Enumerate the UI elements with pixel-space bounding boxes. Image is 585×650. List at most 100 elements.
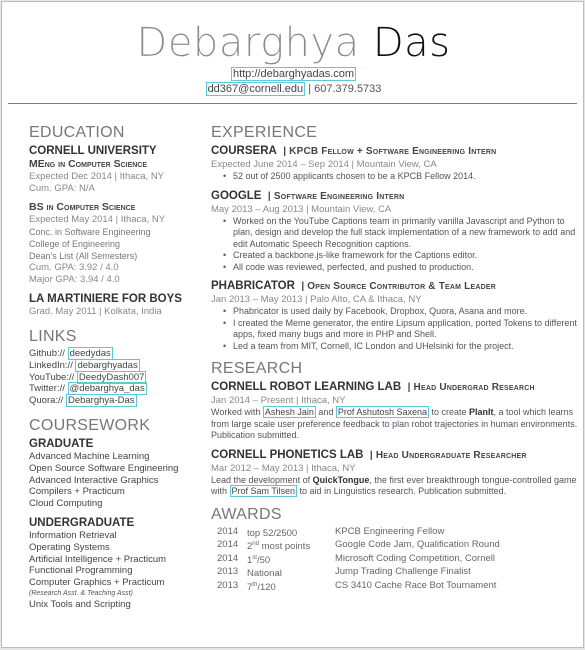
cornell-education: CORNELL UNIVERSITY MEng in Computer Scie… bbox=[29, 144, 209, 195]
link-quora: Quora:// Debarghya-Das bbox=[29, 394, 209, 408]
degree-meng: MEng in Computer Science bbox=[29, 158, 148, 170]
lab-heading: CORNELL PHONETICS LAB | Head Undergradua… bbox=[211, 448, 581, 463]
award-row: 2014 2nd most points Google Code Jam, Qual… bbox=[217, 539, 508, 553]
job-role: | Software Engineering Intern bbox=[267, 190, 405, 202]
course-item: Cloud Computing bbox=[29, 498, 103, 510]
course-item: Information Retrieval bbox=[29, 529, 117, 541]
award-row: 2013 National Jump Trading Challenge Final… bbox=[217, 566, 508, 580]
ashesh-jain-link[interactable]: Ashesh Jain bbox=[262, 406, 316, 418]
job-bullets: 52 out of 2500 applicants chosen to be a… bbox=[223, 171, 581, 183]
job-bullet: 52 out of 2500 applicants chosen to be a… bbox=[223, 171, 581, 183]
research-section: RESEARCH CORNELL ROBOT LEARNING LAB | He… bbox=[211, 360, 581, 498]
coursework-section: COURSEWORK GRADUATE Advanced Machine Lea… bbox=[29, 417, 209, 611]
job-bullets: Phabricator is used daily by Facebook, D… bbox=[223, 306, 581, 352]
award-year: 2013 bbox=[217, 566, 239, 578]
linkedin-link[interactable]: debarghyadas bbox=[75, 358, 140, 372]
text-span: Lead the development of bbox=[211, 474, 313, 485]
award-rank: top 52/2500 bbox=[247, 526, 335, 540]
lab-phonetics: CORNELL PHONETICS LAB | Head Undergradua… bbox=[211, 448, 581, 498]
award-year: 2014 bbox=[217, 552, 239, 564]
lab-org: CORNELL PHONETICS LAB bbox=[211, 448, 364, 461]
lab-heading: CORNELL ROBOT LEARNING LAB | Head Underg… bbox=[211, 380, 581, 395]
planit-name: PlanIt bbox=[469, 407, 494, 417]
website-link[interactable]: http://debarghyadas.com bbox=[230, 67, 357, 81]
lab-org: CORNELL ROBOT LEARNING LAB bbox=[211, 381, 402, 393]
lab-description: Worked with Ashesh Jain and Prof Ashutos… bbox=[211, 406, 581, 442]
undergraduate-coursework: UNDERGRADUATE Information Retrieval Oper… bbox=[29, 516, 209, 611]
text-span: to create bbox=[428, 407, 470, 417]
degree-bs: BS in Computer Science bbox=[29, 201, 136, 213]
bs-major-gpa: Major GPA: 3.94 / 4.0 bbox=[29, 274, 120, 285]
job-dates: Expected June 2014 – Sep 2014 | Mountain… bbox=[211, 159, 437, 170]
course-item: Advanced Interactive Graphics bbox=[29, 474, 159, 486]
quicktongue-name: QuickTongue bbox=[312, 474, 370, 485]
award-rank: 2nd most points bbox=[247, 539, 335, 553]
full-name: Debarghya Das bbox=[2, 20, 585, 66]
course-item: Advanced Machine Learning bbox=[29, 450, 150, 462]
education-title: EDUCATION bbox=[29, 124, 125, 141]
sam-tilsen-link[interactable]: Prof Sam Tilsen bbox=[229, 485, 298, 497]
phone-number: 607.379.5733 bbox=[314, 83, 382, 95]
link-label: LinkedIn:// bbox=[29, 359, 76, 371]
course-item: Open Source Software Engineering bbox=[29, 462, 179, 474]
bs-education: BS in Computer Science Expected May 2014… bbox=[29, 201, 209, 286]
lab-role: | Head Undergrad Research bbox=[407, 382, 535, 393]
award-year: 2014 bbox=[217, 525, 239, 537]
award-year: 2014 bbox=[217, 539, 239, 551]
award-rank-post: /50 bbox=[256, 554, 271, 566]
job-heading: GOOGLE | Software Engineering Intern bbox=[211, 189, 581, 204]
award-rank-post: most points bbox=[258, 541, 311, 553]
ashutosh-saxena-link[interactable]: Prof Ashutosh Saxena bbox=[335, 406, 429, 418]
right-column: EXPERIENCE COURSERA | KPCB Fellow + Soft… bbox=[211, 124, 581, 594]
awards-title: AWARDS bbox=[211, 505, 282, 523]
job-org: PHABRICATOR bbox=[211, 280, 295, 292]
resume-page: Debarghya Das http://debarghyadas.com dd… bbox=[1, 1, 584, 648]
awards-table: 2014 top 52/2500 KPCB Engineering Fellow 20… bbox=[217, 526, 508, 594]
experience-title: EXPERIENCE bbox=[211, 124, 318, 141]
course-item: Artificial Intelligence + Practicum bbox=[29, 553, 167, 565]
coursework-title: COURSEWORK bbox=[29, 416, 151, 434]
award-row: 2014 1st/50 Microsoft Coding Competition, … bbox=[217, 553, 508, 567]
job-org: COURSERA bbox=[211, 145, 277, 157]
job-org: GOOGLE bbox=[211, 189, 262, 202]
undergraduate-title: UNDERGRADUATE bbox=[29, 516, 135, 529]
job-bullet: Led a team from MIT, Cornell, IC London … bbox=[223, 341, 581, 353]
quora-link[interactable]: Debarghya-Das bbox=[65, 394, 137, 408]
award-name: Microsoft Coding Competition, Cornell bbox=[335, 552, 495, 564]
lamartiniere-education: LA MARTINIERE FOR BOYS Grad. May 2011 | … bbox=[29, 292, 209, 318]
links-title: LINKS bbox=[29, 328, 77, 345]
resume-header: Debarghya Das http://debarghyadas.com dd… bbox=[2, 20, 585, 96]
award-row: 2013 7th/120 CS 3410 Cache Race Bot Tourna… bbox=[217, 580, 508, 594]
meng-dates: Expected Dec 2014 | Ithaca, NY bbox=[29, 171, 165, 182]
bs-dates: Expected May 2014 | Ithaca, NY bbox=[29, 214, 166, 225]
award-name: CS 3410 Cache Race Bot Tournament bbox=[335, 580, 497, 592]
contact-email-line: dd367@cornell.edu | 607.379.5733 bbox=[2, 82, 585, 96]
bs-concentration: Conc. in Software Engineering bbox=[29, 227, 151, 237]
school-name: CORNELL UNIVERSITY bbox=[29, 145, 157, 157]
research-title: RESEARCH bbox=[211, 360, 303, 377]
course-item: Operating Systems bbox=[29, 541, 110, 553]
award-year: 2013 bbox=[217, 580, 239, 592]
award-rank-main: National bbox=[247, 568, 282, 580]
award-rank: 1st/50 bbox=[247, 553, 335, 567]
job-phabricator: PHABRICATOR | Open Source Contributor & … bbox=[211, 279, 581, 352]
education-section: EDUCATION CORNELL UNIVERSITY MEng in Com… bbox=[29, 124, 209, 318]
job-role: | Open Source Contributor & Team Leader bbox=[301, 281, 496, 292]
job-bullets: Worked on the YouTube Captions team in p… bbox=[223, 216, 581, 274]
award-rank-main: top 52/2500 bbox=[247, 527, 298, 539]
text-span: and bbox=[315, 407, 336, 417]
job-bullet: Created a backbone.js-like framework for… bbox=[223, 250, 581, 262]
text-span: to aid in Linguistics research. Publicat… bbox=[297, 486, 507, 496]
email-link[interactable]: dd367@cornell.edu bbox=[205, 82, 306, 96]
header-divider bbox=[8, 103, 577, 104]
meng-gpa: Cum. GPA: N/A bbox=[29, 183, 95, 194]
lab-robot-learning: CORNELL ROBOT LEARNING LAB | Head Underg… bbox=[211, 380, 581, 442]
job-google: GOOGLE | Software Engineering Intern May… bbox=[211, 189, 581, 274]
job-bullet: I created the Meme generator, the entire… bbox=[223, 318, 581, 341]
job-bullet: All code was reviewed, perfected, and pu… bbox=[223, 262, 581, 274]
graduate-coursework: GRADUATE Advanced Machine Learning Open … bbox=[29, 437, 209, 510]
link-label: YouTube:// bbox=[29, 371, 77, 383]
link-label: Twitter:// bbox=[29, 383, 68, 395]
job-dates: Jan 2013 – May 2013 | Palo Alto, CA & It… bbox=[211, 294, 422, 305]
lab-description: Lead the development of QuickTongue, the… bbox=[211, 475, 581, 498]
